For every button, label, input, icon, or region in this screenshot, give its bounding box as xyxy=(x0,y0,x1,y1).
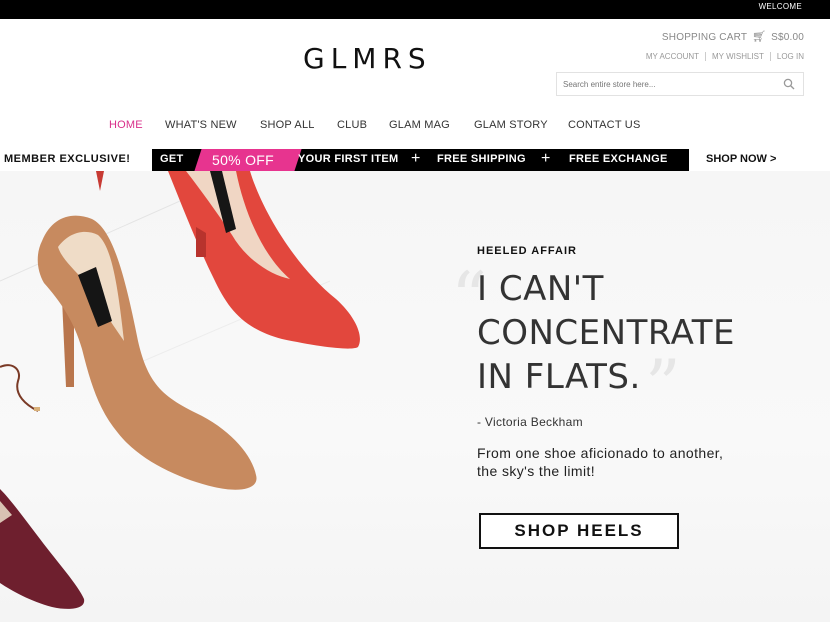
cart-icon: 🛒︎ xyxy=(751,31,767,43)
nav-item-club[interactable]: CLUB xyxy=(337,119,367,131)
nav-item-home[interactable]: HOME xyxy=(109,119,143,131)
site-logo[interactable]: GLMRS xyxy=(303,42,432,75)
top-bar: WELCOME xyxy=(0,0,830,19)
promo-get: GET xyxy=(160,153,184,165)
close-quote-icon: ” xyxy=(645,345,682,427)
tagline-line: the sky's the limit! xyxy=(477,463,596,479)
quote-author: - Victoria Beckham xyxy=(477,415,583,429)
divider xyxy=(769,52,771,62)
nav-item-shop-all[interactable]: SHOP ALL xyxy=(260,119,315,131)
my-account-link[interactable]: MY ACCOUNT xyxy=(646,52,699,61)
search-icon[interactable] xyxy=(783,78,795,90)
promo-free-exchange: FREE EXCHANGE xyxy=(569,153,668,165)
my-wishlist-link[interactable]: MY WISHLIST xyxy=(712,52,764,61)
nav-item-whats-new[interactable]: WHAT'S NEW xyxy=(165,119,237,131)
nav-item-glam-story[interactable]: GLAM STORY xyxy=(474,119,548,131)
hero-quote: “ I CAN'T CONCENTRATE IN FLATS. ” xyxy=(451,263,807,421)
promo-first-item: YOUR FIRST ITEM xyxy=(298,153,399,165)
main-nav: HOME WHAT'S NEW SHOP ALL CLUB GLAM MAG G… xyxy=(0,119,830,135)
cart-label: SHOPPING CART xyxy=(661,32,747,43)
welcome-text: WELCOME xyxy=(758,2,802,11)
log-in-link[interactable]: LOG IN xyxy=(777,52,804,61)
plus-icon: + xyxy=(541,150,551,167)
hero-banner: HEELED AFFAIR “ I CAN'T CONCENTRATE IN F… xyxy=(0,171,830,622)
promo-strip[interactable]: GET 50% OFF YOUR FIRST ITEM + FREE SHIPP… xyxy=(152,149,689,171)
promo-discount: 50% OFF xyxy=(212,152,275,168)
hero-tagline: From one shoe aficionado to another, the… xyxy=(477,444,807,480)
tagline-line: From one shoe aficionado to another, xyxy=(477,445,724,461)
member-exclusive-label: MEMBER EXCLUSIVE! xyxy=(4,153,131,165)
shoes-image xyxy=(0,171,360,609)
hero-copy: HEELED AFFAIR “ I CAN'T CONCENTRATE IN F… xyxy=(451,245,807,480)
account-links: MY ACCOUNT MY WISHLIST LOG IN xyxy=(646,52,804,62)
plus-icon: + xyxy=(411,150,421,167)
search-input[interactable] xyxy=(563,77,763,92)
search-box xyxy=(556,72,804,96)
burgundy-heel-shoe xyxy=(0,489,85,609)
red-heel-shoe xyxy=(96,171,360,349)
shop-now-link[interactable]: SHOP NOW > xyxy=(706,153,776,165)
cart-total: S$0.00 xyxy=(771,32,804,43)
promo-free-shipping: FREE SHIPPING xyxy=(437,153,526,165)
promo-banner: MEMBER EXCLUSIVE! GET 50% OFF YOUR FIRST… xyxy=(0,149,830,171)
divider xyxy=(705,52,707,62)
shop-heels-button[interactable]: SHOP HEELS xyxy=(479,513,679,549)
hero-kicker: HEELED AFFAIR xyxy=(477,245,577,257)
quote-line: I CAN'T xyxy=(477,269,604,309)
quote-line: CONCENTRATE xyxy=(477,313,735,353)
nav-item-glam-mag[interactable]: GLAM MAG xyxy=(389,119,450,131)
shopping-cart-link[interactable]: SHOPPING CART 🛒︎ S$0.00 xyxy=(662,30,804,43)
nav-item-contact-us[interactable]: CONTACT US xyxy=(568,119,641,131)
quote-line: IN FLATS. xyxy=(477,357,641,397)
account-area: SHOPPING CART 🛒︎ S$0.00 MY ACCOUNT MY WIS… xyxy=(544,30,804,100)
